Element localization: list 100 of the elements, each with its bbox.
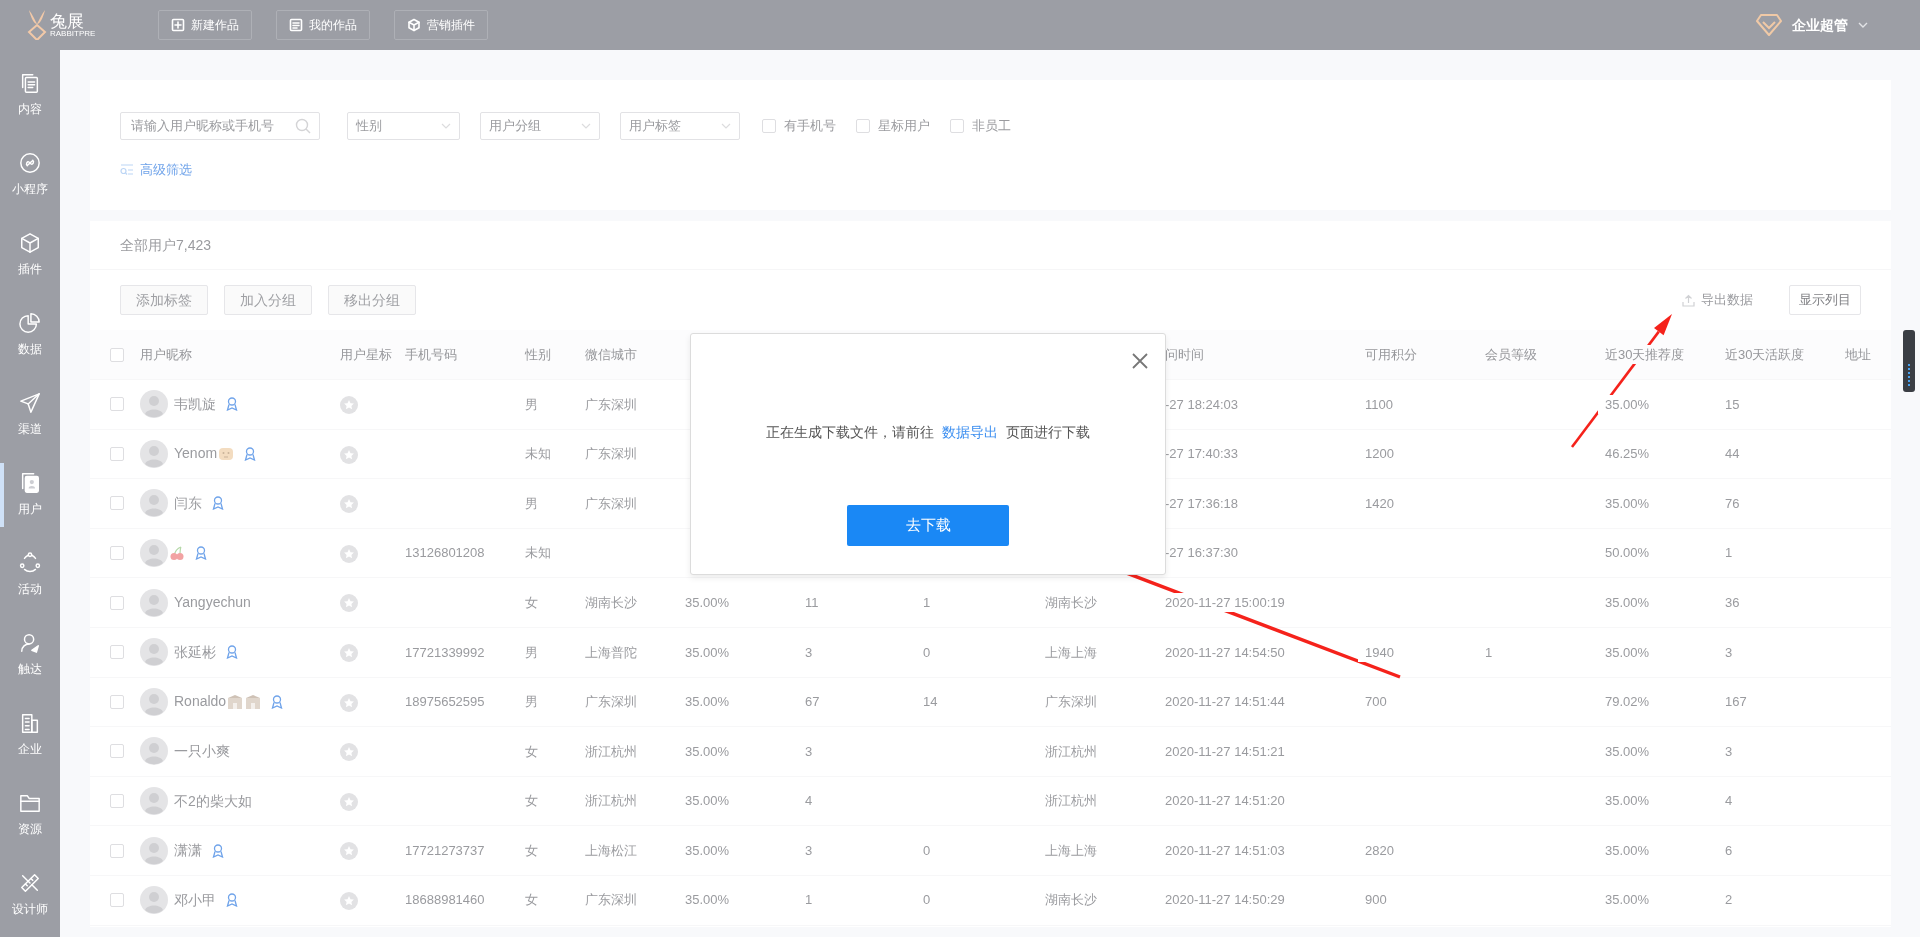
- dialog-message: 正在生成下载文件，请前往 数据导出 页面进行下载: [766, 423, 1090, 442]
- chevron-down-icon: [441, 123, 451, 129]
- checkbox-label: 星标用户: [878, 117, 930, 136]
- export-page-link[interactable]: 数据导出: [942, 424, 998, 440]
- sidebar-item[interactable]: 插件: [0, 215, 60, 295]
- avatar: [140, 638, 168, 667]
- row-checkbox[interactable]: [110, 694, 124, 709]
- user-name: Yangyechun: [174, 593, 251, 613]
- select-placeholder: 用户分组: [489, 117, 541, 136]
- close-icon: [1131, 352, 1149, 371]
- select-placeholder: 用户标签: [629, 117, 681, 136]
- account-menu[interactable]: 企业超管: [1792, 14, 1848, 36]
- nav-button[interactable]: 新建作品: [158, 10, 252, 40]
- user-name: 张延彬: [174, 642, 216, 662]
- avatar: [140, 886, 168, 915]
- list-box-icon: [289, 18, 303, 32]
- ruler-pencil-icon: [19, 872, 41, 894]
- person-arrow-icon: [19, 632, 41, 654]
- tiger-face-icon: [218, 445, 235, 462]
- nav-button[interactable]: 营销插件: [394, 10, 488, 40]
- download-button[interactable]: 去下载: [847, 505, 1009, 546]
- checkbox-label: 有手机号: [784, 117, 836, 136]
- select-field[interactable]: 性别: [347, 112, 460, 140]
- caret-icon[interactable]: [1858, 22, 1868, 28]
- pie-chart-icon: [19, 312, 41, 334]
- cube-icon: [19, 232, 41, 254]
- row-checkbox[interactable]: [110, 397, 124, 412]
- avatar: [140, 588, 168, 617]
- link-icon: [19, 152, 41, 174]
- columns-button[interactable]: 显示列目: [1789, 285, 1861, 315]
- sidebar-item[interactable]: 数据: [0, 295, 60, 375]
- side-handle[interactable]: [1903, 330, 1915, 392]
- sidebar-item[interactable]: 渠道: [0, 375, 60, 455]
- row-checkbox[interactable]: [110, 595, 124, 610]
- sidebar-item[interactable]: 内容: [0, 55, 60, 135]
- upload-icon: [1682, 293, 1695, 307]
- user-name: Yenom: [174, 444, 218, 464]
- logo-text: 兔展: [50, 12, 84, 30]
- avatar: [140, 836, 168, 865]
- chevron-down-icon: [581, 123, 591, 129]
- user-name: 不2的柴大如: [174, 791, 252, 811]
- user-name: 潇潇: [174, 841, 202, 861]
- rabbit-logo-icon: [26, 10, 48, 40]
- sidebar-item[interactable]: 企业: [0, 695, 60, 775]
- cherry-icon: [169, 545, 185, 562]
- advanced-filter-link[interactable]: 高级筛选: [140, 160, 192, 180]
- sidebar-item[interactable]: 小程序: [0, 135, 60, 215]
- row-checkbox[interactable]: [110, 546, 124, 561]
- diamond-icon: [1756, 14, 1782, 36]
- chevron-down-icon: [721, 123, 731, 129]
- row-checkbox[interactable]: [110, 794, 124, 809]
- user-name: 韦凯旋: [174, 394, 216, 414]
- row-checkbox[interactable]: [110, 446, 124, 461]
- building-icon: [245, 693, 262, 710]
- avatar: [140, 539, 168, 568]
- sidebar-item[interactable]: 资源: [0, 775, 60, 855]
- row-checkbox[interactable]: [110, 843, 124, 858]
- export-link[interactable]: 导出数据: [1682, 290, 1753, 310]
- contact-card-icon: [19, 472, 41, 494]
- avatar: [140, 787, 168, 816]
- close-button[interactable]: [1131, 350, 1149, 368]
- avatar: [140, 737, 168, 766]
- row-checkbox[interactable]: [110, 893, 124, 908]
- user-name: 闫东: [174, 494, 202, 513]
- user-name: 一只小爽: [174, 741, 230, 761]
- cube-icon: [407, 18, 421, 32]
- logo-subtitle: RABBITPRE: [50, 29, 96, 38]
- user-name: Ronaldo: [174, 692, 227, 712]
- checkbox[interactable]: [950, 119, 964, 133]
- select-field[interactable]: 用户分组: [480, 112, 600, 140]
- select-all-checkbox[interactable]: [110, 347, 124, 362]
- checkbox-label: 非员工: [972, 117, 1011, 136]
- avatar: [140, 687, 168, 716]
- avatar: [140, 489, 168, 518]
- user-name: 邓小甲: [174, 890, 216, 910]
- search-icon: [295, 118, 311, 134]
- checkbox[interactable]: [762, 119, 776, 133]
- filter-icon: [120, 163, 134, 176]
- row-checkbox[interactable]: [110, 496, 124, 511]
- avatar: [140, 439, 168, 468]
- dots-circle-icon: [19, 552, 41, 574]
- building-icon: [227, 693, 244, 710]
- document-icon: [19, 72, 41, 94]
- row-checkbox[interactable]: [110, 645, 124, 660]
- row-checkbox[interactable]: [110, 744, 124, 759]
- paper-plane-icon: [19, 392, 41, 414]
- user-count: 全部用户7,423: [120, 235, 212, 255]
- active-indicator: [0, 463, 4, 527]
- select-field[interactable]: 用户标签: [620, 112, 740, 140]
- search-field[interactable]: 请输入用户昵称或手机号: [120, 112, 320, 140]
- checkbox[interactable]: [856, 119, 870, 133]
- sidebar-item[interactable]: 触达: [0, 615, 60, 695]
- sidebar-item[interactable]: 设计师: [0, 855, 60, 935]
- building-icon: [19, 712, 41, 734]
- sidebar-item[interactable]: 活动: [0, 535, 60, 615]
- sidebar-item[interactable]: 用户: [0, 455, 60, 535]
- folder-icon: [19, 792, 41, 814]
- plus-box-icon: [171, 18, 185, 32]
- nav-button[interactable]: 我的作品: [276, 10, 370, 40]
- select-placeholder: 性别: [356, 117, 382, 136]
